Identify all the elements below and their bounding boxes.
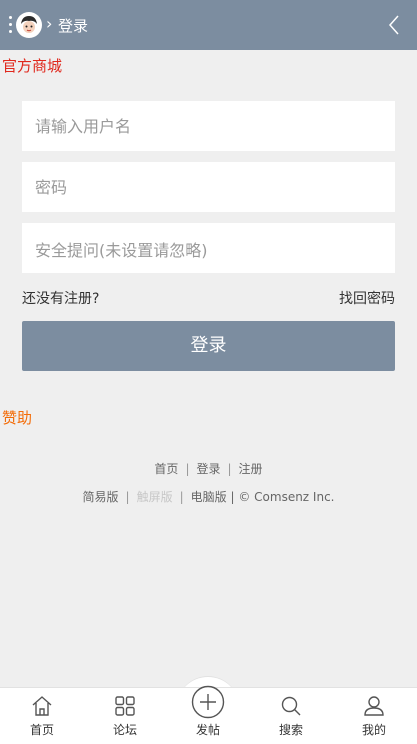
tab-post[interactable]: 发帖 <box>178 685 238 744</box>
footer-login-link[interactable]: 登录 <box>196 462 220 476</box>
footer-register-link[interactable]: 注册 <box>239 462 263 476</box>
tab-post-label: 发帖 <box>195 723 220 737</box>
tab-search[interactable]: 搜索 <box>261 688 321 744</box>
footer-divider: | <box>185 462 190 476</box>
tab-forum-label: 论坛 <box>112 723 137 737</box>
password-input[interactable] <box>22 162 395 212</box>
footer-home-link[interactable]: 首页 <box>154 462 178 476</box>
username-field[interactable] <box>22 101 395 151</box>
register-link[interactable]: 还没有注册? <box>22 291 99 307</box>
auth-links: 还没有注册? 找回密码 <box>22 288 395 308</box>
official-store-link[interactable]: 官方商城 <box>2 55 62 76</box>
avatar-face-icon <box>17 13 41 37</box>
search-icon <box>281 696 301 716</box>
footer-copyright: | © Comsenz Inc. <box>230 490 335 504</box>
footer-divider: | <box>179 490 184 504</box>
forgot-password-link[interactable]: 找回密码 <box>339 288 395 308</box>
tab-search-label: 搜索 <box>278 723 303 737</box>
footer-touch-version-label: 触屏版 <box>136 490 173 504</box>
footer-divider: | <box>227 462 232 476</box>
page-title: 登录 <box>58 17 89 35</box>
footer-nav: 首页 | 登录 | 注册 <box>0 460 417 477</box>
top-bar: › 登录 <box>0 0 417 50</box>
tab-profile-label: 我的 <box>361 723 386 737</box>
security-question-select[interactable]: 安全提问(未设置请忽略) <box>22 223 395 273</box>
footer-desktop-version-link[interactable]: 电脑版 <box>191 490 227 504</box>
grid-icon <box>115 696 135 716</box>
password-field[interactable] <box>22 162 395 212</box>
user-icon <box>364 696 384 716</box>
tab-home[interactable]: 首页 <box>12 688 72 744</box>
login-button[interactable]: 登录 <box>22 321 395 371</box>
username-input[interactable] <box>22 101 395 151</box>
footer-divider: | <box>125 490 130 504</box>
back-chevron-icon[interactable] <box>383 13 407 37</box>
tab-forum[interactable]: 论坛 <box>95 688 155 744</box>
footer-versions: 简易版 | 触屏版 | 电脑版 | © Comsenz Inc. <box>0 488 417 505</box>
breadcrumb-separator: › <box>46 14 53 33</box>
footer-simple-version-link[interactable]: 简易版 <box>83 490 119 504</box>
plus-circle-icon <box>191 685 225 719</box>
tab-profile[interactable]: 我的 <box>344 688 404 744</box>
menu-dots-icon[interactable] <box>9 16 13 34</box>
tab-home-label: 首页 <box>29 723 54 737</box>
bottom-tab-bar: 首页 论坛 发帖 搜索 我的 <box>0 685 417 744</box>
avatar[interactable] <box>16 12 42 38</box>
security-question-label: 安全提问(未设置请忽略) <box>35 241 208 260</box>
home-icon <box>32 696 52 716</box>
sponsor-link[interactable]: 赞助 <box>2 407 32 428</box>
